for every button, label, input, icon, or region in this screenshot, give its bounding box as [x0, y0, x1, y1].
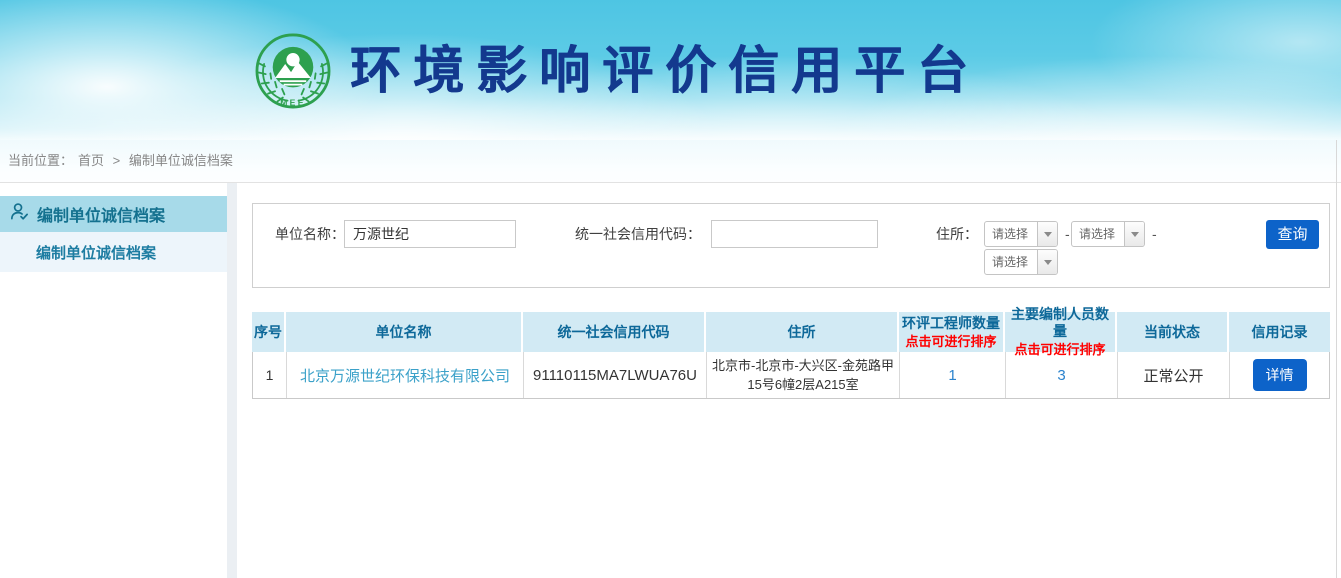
address-province-value: 请选择 [985, 222, 1037, 246]
address-district-value: 请选择 [985, 250, 1037, 274]
chevron-down-icon [1124, 222, 1144, 246]
breadcrumb-prefix: 当前位置： [8, 153, 73, 168]
detail-button[interactable]: 详情 [1253, 359, 1307, 391]
sidebar-item-label: 编制单位诚信档案 [37, 202, 165, 226]
cell-engineer-count-link[interactable]: 1 [900, 352, 1006, 398]
table-header-row: 序号 单位名称 统一社会信用代码 住所 环评工程师数量 点击可进行排序 主要编制… [252, 312, 1330, 352]
user-check-icon [9, 201, 30, 227]
search-panel: 单位名称： 统一社会信用代码： 住所： 请选择 - 请选择 - 请选择 查询 [252, 203, 1330, 288]
header-credit-code: 统一社会信用代码 [523, 312, 706, 352]
breadcrumb: 当前位置： 首页 > 编制单位诚信档案 [0, 140, 1341, 183]
header-credit-record: 信用记录 [1229, 312, 1330, 352]
cell-credit-record: 详情 [1230, 352, 1329, 398]
query-button[interactable]: 查询 [1266, 220, 1319, 249]
address-city-value: 请选择 [1072, 222, 1124, 246]
credit-code-label: 统一社会信用代码： [575, 220, 701, 248]
header-engineer-count-sort[interactable]: 环评工程师数量 点击可进行排序 [899, 312, 1005, 352]
sidebar-subitem-unit-credit-archive[interactable]: 编制单位诚信档案 [0, 232, 227, 272]
site-header-banner: MEE 环境影响评价信用平台 [0, 0, 1341, 140]
sidebar-content-divider [227, 183, 237, 578]
address-label: 住所： [936, 220, 978, 248]
cell-status: 正常公开 [1118, 352, 1230, 398]
cell-address: 北京市-北京市-大兴区-金苑路甲15号6幢2层A215室 [707, 352, 900, 398]
breadcrumb-separator: > [113, 153, 121, 168]
breadcrumb-home-link[interactable]: 首页 [78, 153, 104, 168]
chevron-down-icon [1037, 222, 1057, 246]
sidebar-subitem-label: 编制单位诚信档案 [36, 242, 156, 263]
cell-no: 1 [253, 352, 287, 398]
breadcrumb-current: 编制单位诚信档案 [129, 153, 233, 168]
cell-staff-count-link[interactable]: 3 [1006, 352, 1118, 398]
sidebar: 编制单位诚信档案 编制单位诚信档案 [0, 183, 227, 578]
site-title: 环境影响评价信用平台 [350, 40, 980, 102]
address-city-select[interactable]: 请选择 [1071, 221, 1145, 247]
chevron-down-icon [1037, 250, 1057, 274]
table-row: 1 北京万源世纪环保科技有限公司 91110115MA7LWUA76U 北京市-… [252, 352, 1330, 399]
address-dash-1: - [1065, 220, 1070, 248]
unit-name-label: 单位名称： [275, 220, 345, 248]
results-table: 序号 单位名称 统一社会信用代码 住所 环评工程师数量 点击可进行排序 主要编制… [252, 312, 1330, 399]
header-no: 序号 [252, 312, 286, 352]
cell-unit-name-link[interactable]: 北京万源世纪环保科技有限公司 [287, 352, 524, 398]
address-district-select[interactable]: 请选择 [984, 249, 1058, 275]
address-dash-2: - [1152, 220, 1157, 248]
credit-code-input[interactable] [711, 220, 878, 248]
header-staff-count-sort[interactable]: 主要编制人员数量 点击可进行排序 [1005, 312, 1117, 352]
mee-logo-text: MEE [280, 97, 306, 107]
cell-credit-code: 91110115MA7LWUA76U [524, 352, 707, 398]
content-right-border [1336, 140, 1337, 578]
sort-hint: 点击可进行排序 [905, 333, 996, 350]
sidebar-item-unit-credit-archive[interactable]: 编制单位诚信档案 [0, 196, 227, 232]
header-address: 住所 [706, 312, 899, 352]
address-province-select[interactable]: 请选择 [984, 221, 1058, 247]
mee-logo-icon: MEE [254, 32, 332, 110]
header-status: 当前状态 [1117, 312, 1229, 352]
unit-name-input[interactable] [344, 220, 516, 248]
header-unit-name: 单位名称 [286, 312, 523, 352]
page: MEE 环境影响评价信用平台 当前位置： 首页 > 编制单位诚信档案 编制单位诚信… [0, 0, 1341, 578]
